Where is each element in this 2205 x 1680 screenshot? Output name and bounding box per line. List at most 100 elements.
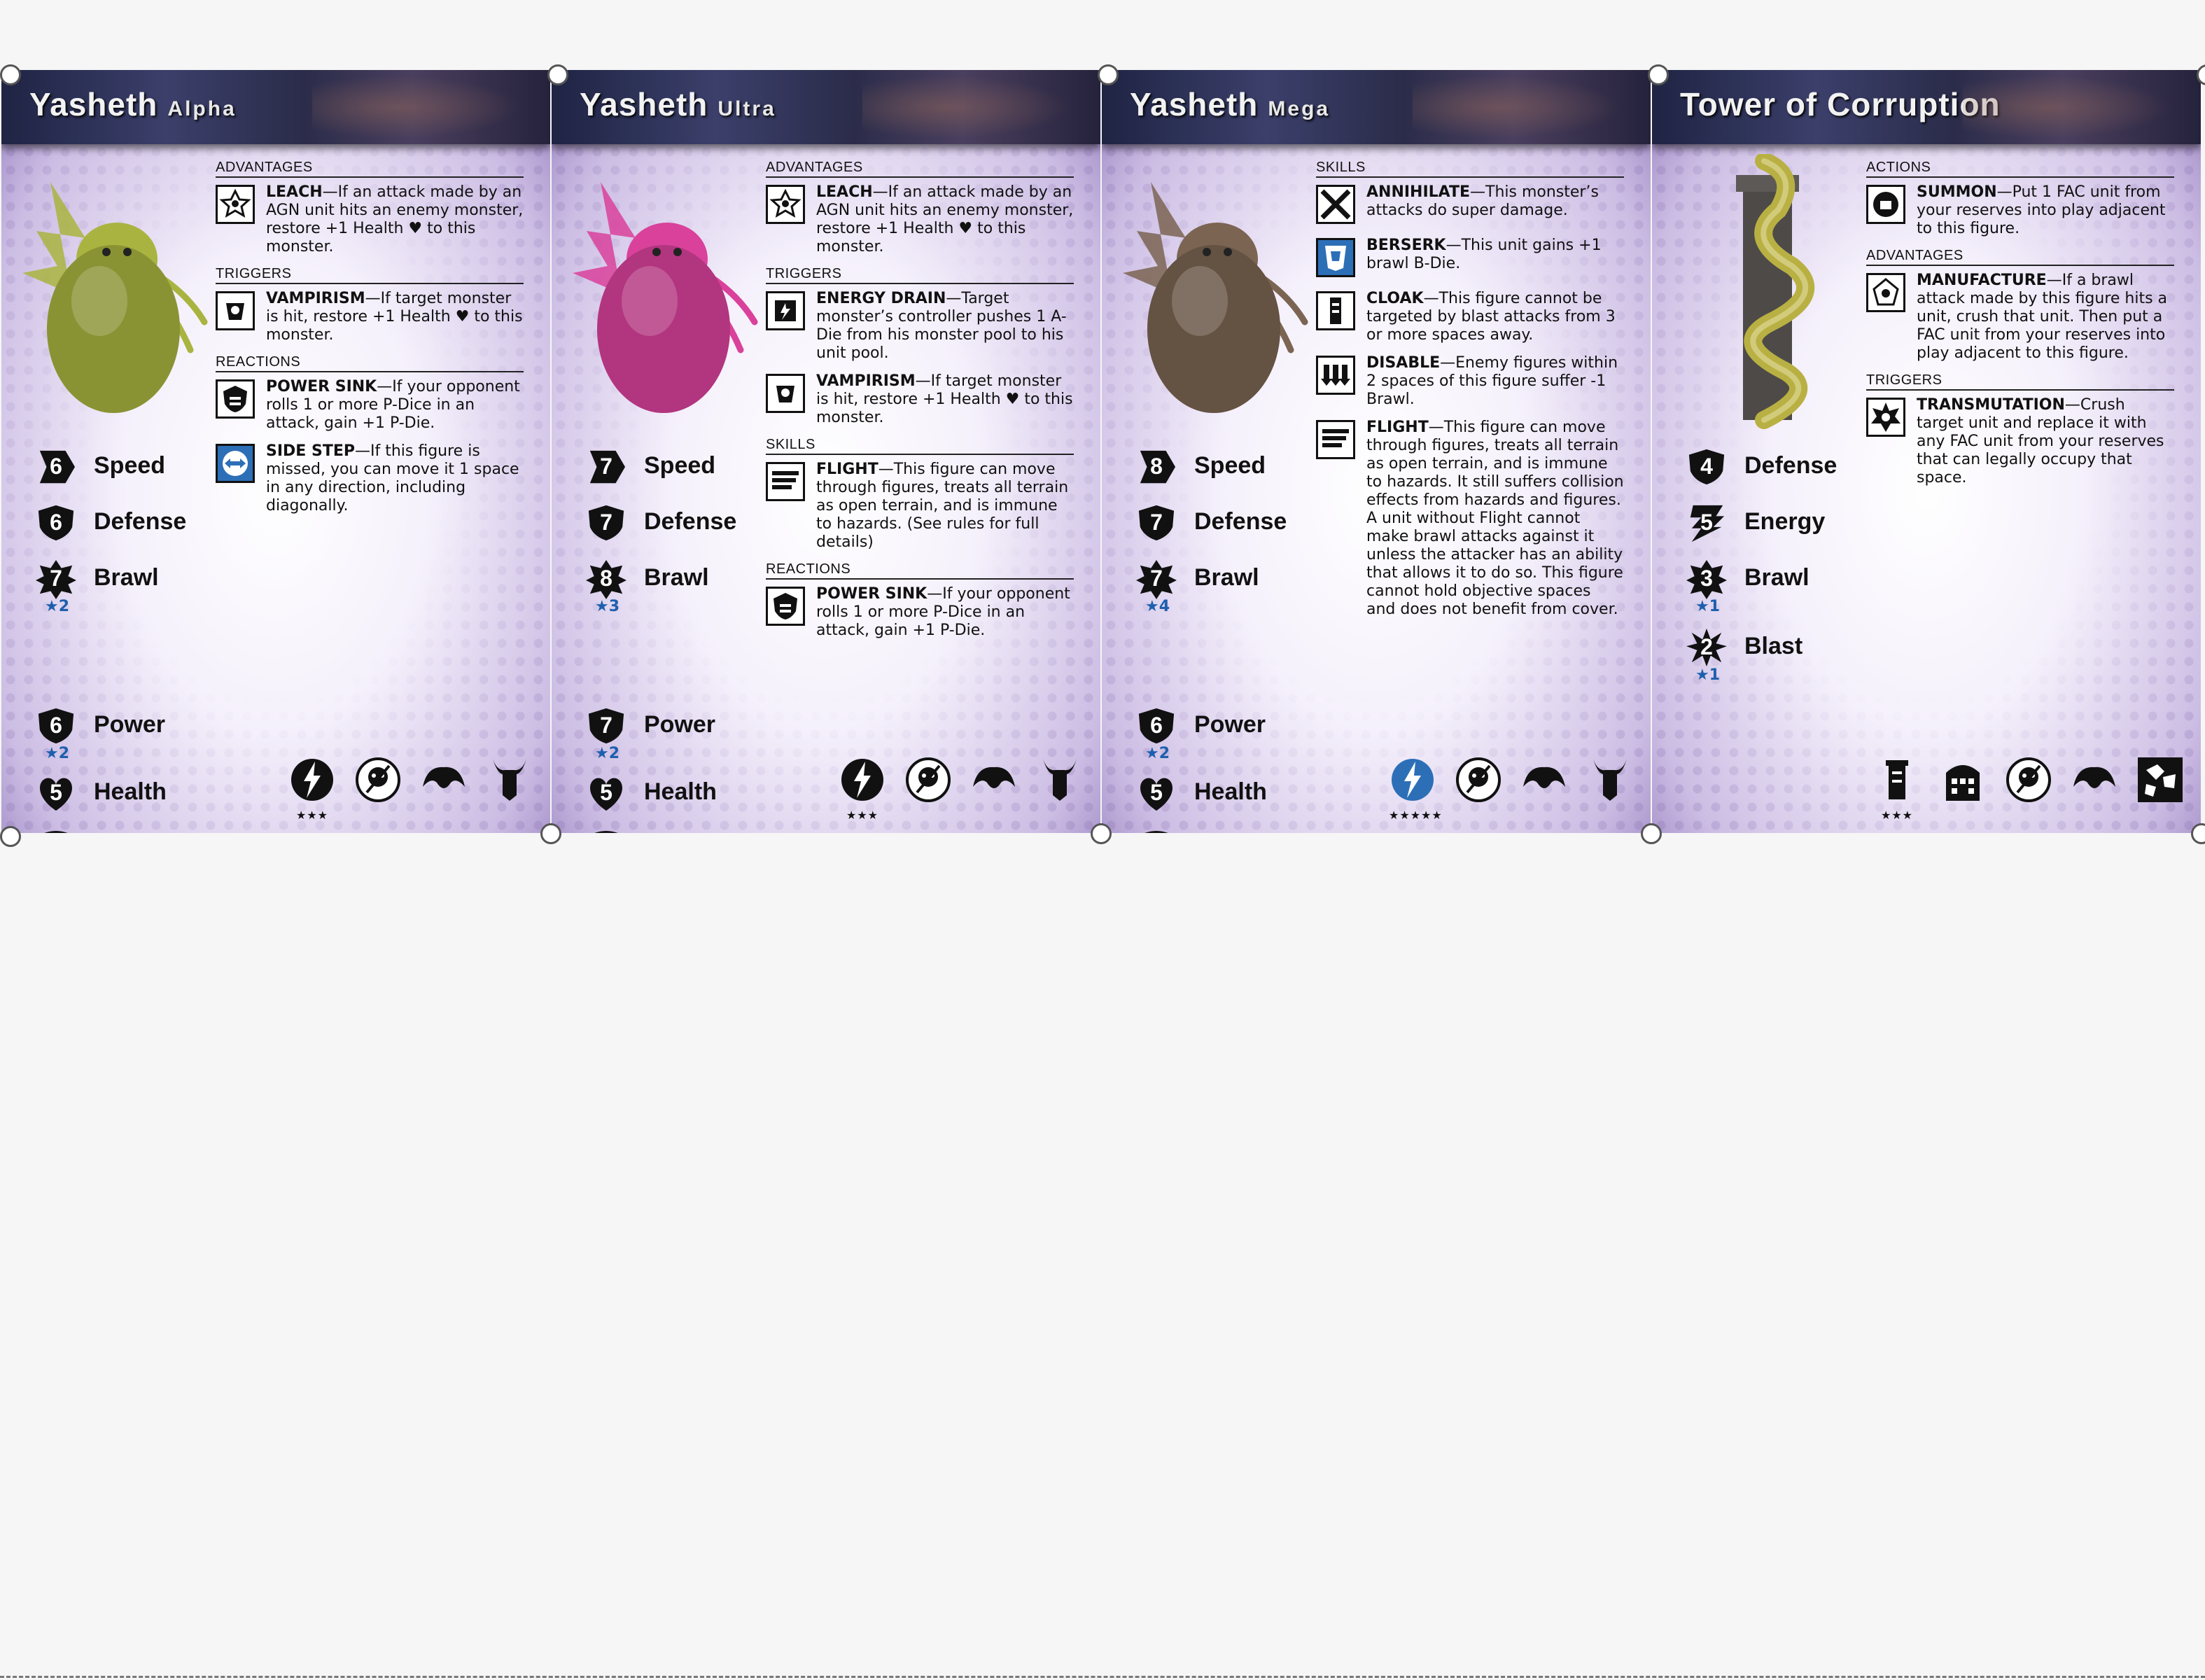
ability-name: SIDE STEP (266, 442, 355, 460)
rank-stars: ★★★ (295, 808, 329, 822)
stat-label: Speed (644, 452, 716, 479)
alpha-icon (35, 830, 77, 833)
ability: CLOAK—This figure cannot be targeted by … (1316, 290, 1624, 344)
stat-value: 7 (50, 566, 62, 591)
stat-value: 6 (1150, 713, 1163, 738)
figure-image (559, 154, 762, 448)
ability: ENERGY DRAIN—Target monster’s controller… (766, 290, 1074, 363)
stat-bonus: ★4 (1145, 598, 1170, 615)
abilities-panel: ADVANTAGES LEACH—If an attack made by an … (766, 155, 1074, 650)
figure-image (1109, 154, 1312, 448)
stat-label: Brawl (94, 564, 159, 591)
stat-value: 5 (50, 780, 62, 805)
section-heading: REACTIONS (766, 561, 1074, 580)
ability-name: LEACH (816, 183, 873, 201)
section-heading: TRIGGERS (766, 266, 1074, 284)
tower-icon: ★★★ (1873, 756, 1921, 822)
demon-head-icon (1036, 756, 1084, 804)
stat-value: 3 (1700, 566, 1713, 591)
horns-icon (1520, 756, 1568, 804)
stat-value: 7 (600, 713, 612, 738)
horns-icon (970, 756, 1018, 804)
stat-value: 6 (50, 454, 62, 479)
card-name: Tower of Corruption (1680, 86, 2001, 122)
stat-label: Power (94, 711, 166, 738)
card-name: Yasheth (1130, 86, 1259, 122)
stat-label: Health (644, 778, 717, 805)
stat-value: 2 (1700, 634, 1713, 659)
ability: VAMPIRISM—If target monster is hit, rest… (766, 372, 1074, 427)
berserk-icon (1316, 238, 1355, 277)
stat-label: Brawl (1744, 564, 1809, 591)
section-heading: SKILLS (1316, 160, 1624, 178)
rank-stars: ★★★ (1880, 808, 1914, 822)
registration-mark (1091, 823, 1112, 844)
section-heading: TRIGGERS (216, 266, 524, 284)
stat-value: 7 (600, 510, 612, 535)
ability: LEACH—If an attack made by an AGN unit h… (766, 183, 1074, 256)
ability: POWER SINK—If your opponent rolls 1 or m… (216, 378, 524, 433)
stat-label: Speed (1194, 452, 1266, 479)
card-title: Yasheth Mega (1130, 85, 1330, 123)
demon-head-icon (486, 756, 533, 804)
card-name: Yasheth (580, 86, 708, 122)
power-bolt-icon: ★★★ (288, 756, 336, 822)
figure-image (8, 154, 211, 448)
footer-icons: ★★★ (1873, 756, 2184, 822)
summon-icon (1866, 185, 1905, 224)
card-title-bar: Yasheth Mega (1102, 70, 1651, 144)
cut-line (0, 1676, 2205, 1678)
ability: MANUFACTURE—If a brawl attack made by th… (1866, 272, 2174, 363)
ability: LEACH—If an attack made by an AGN unit h… (216, 183, 524, 256)
ability-name: VAMPIRISM (266, 290, 365, 307)
leach-icon (216, 185, 255, 224)
ability: ANNIHILATE—This monster’s attacks do sup… (1316, 183, 1624, 227)
faction-skull-icon (2005, 756, 2052, 804)
ability-name: LEACH (266, 183, 323, 201)
stat-label: Speed (94, 452, 166, 479)
mega-icon (1135, 830, 1177, 833)
ability-name: FLIGHT (816, 461, 878, 478)
ability: TRANSMUTATION—Crush target unit and repl… (1866, 396, 2174, 487)
stat-label: Defense (94, 508, 187, 535)
stat-value: 7 (600, 454, 612, 479)
section-heading: ADVANTAGES (1866, 248, 2174, 266)
registration-mark (1648, 64, 1669, 85)
stat-label: Energy (1744, 508, 1826, 535)
stat-bonus: ★1 (1695, 666, 1721, 684)
faction-skull-icon (1455, 756, 1502, 804)
ability-name: POWER SINK (816, 585, 927, 603)
section-heading: ACTIONS (1866, 160, 2174, 178)
power-bolt-icon: ★★★ (839, 756, 886, 822)
building-icon (1939, 756, 1987, 804)
ability-name: BERSERK (1366, 237, 1446, 254)
stat-label: Health (1194, 778, 1267, 805)
side-step-icon (216, 444, 255, 483)
stat-label: Brawl (1194, 564, 1259, 591)
stat-value: 6 (50, 713, 62, 738)
rubble-icon (2136, 756, 2184, 804)
ability-name: MANUFACTURE (1917, 272, 2047, 289)
rank-stars: ★★★ (846, 808, 879, 822)
stat-label: Defense (1744, 452, 1837, 479)
stat-label: Blast (1744, 633, 1803, 659)
ability-name: FLIGHT (1366, 419, 1429, 436)
stat-bonus: ★2 (45, 598, 70, 615)
card-title: Yasheth Alpha (29, 85, 237, 123)
section-heading: TRIGGERS (1866, 372, 2174, 391)
stat-bonus: ★1 (1695, 598, 1721, 615)
stat-value: 5 (600, 780, 612, 805)
ability: SUMMON—Put 1 FAC unit from your reserves… (1866, 183, 2174, 238)
registration-mark (1098, 64, 1119, 85)
cloak-icon (1316, 291, 1355, 330)
rank-stars: ★★★★★ (1389, 808, 1443, 822)
stat-value: 4 (1700, 454, 1713, 479)
figure-image (1659, 152, 1862, 448)
vampirism-icon (216, 291, 255, 330)
card-title-bar: Yasheth Alpha (1, 70, 550, 144)
ability-name: TRANSMUTATION (1917, 396, 2065, 414)
horns-icon (2071, 756, 2118, 804)
leach-icon (766, 185, 805, 224)
card-form: Alpha (167, 97, 237, 120)
stat-bonus: ★2 (45, 745, 70, 762)
